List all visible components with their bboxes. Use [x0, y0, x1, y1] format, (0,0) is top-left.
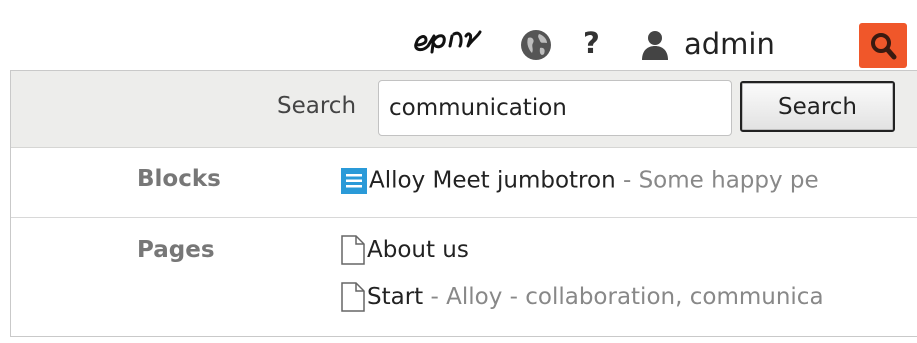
search-toggle-button[interactable] — [859, 23, 907, 68]
result-title: Alloy Meet jumbotron — [369, 167, 616, 194]
search-results-panel: Search Search Blocks Alloy Meet jumbotro… — [10, 70, 917, 337]
help-icon[interactable]: ? — [583, 26, 600, 60]
search-icon — [871, 33, 897, 60]
result-separator: - — [423, 284, 447, 310]
group-label-blocks: Blocks — [137, 166, 221, 192]
result-item[interactable]: About us — [341, 235, 901, 269]
search-label: Search — [277, 93, 357, 119]
page-icon — [341, 235, 365, 265]
globe-icon[interactable] — [519, 28, 553, 62]
result-title: Start — [367, 284, 424, 310]
blocks-group: Blocks Alloy Meet jumbotron - Some happy… — [11, 148, 917, 218]
result-description: Some happy pe — [638, 167, 819, 194]
result-description: Alloy - collaboration, communica — [446, 284, 824, 310]
epi-logo[interactable] — [410, 22, 486, 62]
page-icon — [341, 282, 365, 312]
result-item[interactable]: Start - Alloy - collaboration, communica — [341, 282, 901, 316]
search-button[interactable]: Search — [740, 81, 895, 132]
user-icon[interactable] — [640, 28, 670, 62]
group-label-pages: Pages — [137, 237, 215, 263]
search-input[interactable] — [378, 80, 732, 136]
result-item[interactable]: Alloy Meet jumbotron - Some happy pe — [341, 167, 901, 201]
result-separator: - — [615, 167, 639, 194]
result-title: About us — [367, 237, 469, 263]
block-icon — [341, 167, 367, 194]
search-bar: Search Search — [11, 71, 917, 148]
pages-group: Pages About us Start - Alloy - collabora… — [11, 218, 917, 337]
top-bar: ? admin — [0, 0, 917, 70]
username-label[interactable]: admin — [684, 27, 775, 61]
